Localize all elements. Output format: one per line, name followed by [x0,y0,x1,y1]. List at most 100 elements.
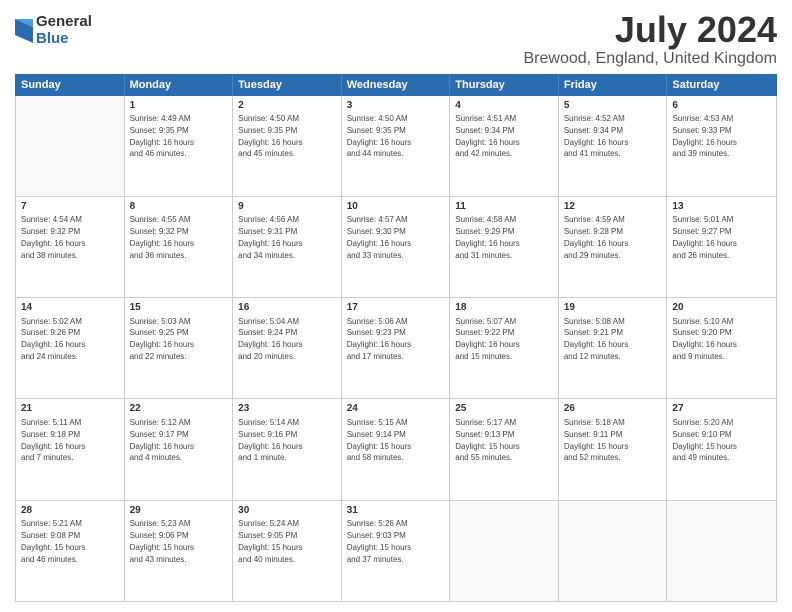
day-number: 16 [238,301,336,315]
day-cell-31: 31Sunrise: 5:26 AM Sunset: 9:03 PM Dayli… [342,501,451,601]
day-number: 23 [238,402,336,416]
cell-text: Sunrise: 4:54 AM Sunset: 9:32 PM Dayligh… [21,215,85,259]
cell-text: Sunrise: 5:02 AM Sunset: 9:26 PM Dayligh… [21,317,85,361]
day-cell-17: 17 Sunrise: 5:06 AM Sunset: 9:23 PM Dayli… [342,298,451,398]
day-cell-26: 26 Sunrise: 5:18 AM Sunset: 9:11 PM Dayli… [559,399,668,499]
day-cell-12: 12Sunrise: 4:59 AM Sunset: 9:28 PM Dayli… [559,197,668,297]
cell-text: Sunrise: 5:20 AM Sunset: 9:10 PM Dayligh… [672,418,736,462]
day-cell-20: 20 Sunrise: 5:10 AM Sunset: 9:20 PM Dayli… [667,298,776,398]
day-cell-14: 14 Sunrise: 5:02 AM Sunset: 9:26 PM Dayli… [16,298,125,398]
cell-text: Sunrise: 4:55 AM Sunset: 9:32 PM Dayligh… [130,215,194,259]
empty-cell [16,96,125,196]
cell-text: Sunrise: 4:58 AM Sunset: 9:29 PM Dayligh… [455,215,519,259]
day-cell-22: 22 Sunrise: 5:12 AM Sunset: 9:17 PM Dayli… [125,399,234,499]
empty-cell [559,501,668,601]
cell-text: Sunrise: 4:59 AM Sunset: 9:28 PM Dayligh… [564,215,628,259]
logo-general-label: General [36,14,92,31]
calendar: SundayMondayTuesdayWednesdayThursdayFrid… [15,74,777,602]
day-number: 11 [455,200,553,214]
calendar-row-3: 21 Sunrise: 5:11 AM Sunset: 9:18 PM Dayli… [16,399,776,500]
day-number: 6 [672,99,771,113]
page: General Blue July 2024 Brewood, England,… [0,0,792,612]
cell-text: Sunrise: 5:10 AM Sunset: 9:20 PM Dayligh… [672,317,736,361]
day-number: 4 [455,99,553,113]
day-cell-23: 23 Sunrise: 5:14 AM Sunset: 9:16 PM Dayli… [233,399,342,499]
day-number: 14 [21,301,119,315]
day-cell-27: 27 Sunrise: 5:20 AM Sunset: 9:10 PM Dayli… [667,399,776,499]
cell-text: Sunrise: 5:15 AM Sunset: 9:14 PM Dayligh… [347,418,411,462]
day-cell-29: 29Sunrise: 5:23 AM Sunset: 9:06 PM Dayli… [125,501,234,601]
day-cell-25: 25 Sunrise: 5:17 AM Sunset: 9:13 PM Dayli… [450,399,559,499]
day-number: 22 [130,402,228,416]
header-day-sunday: Sunday [16,75,125,95]
cell-text: Sunrise: 5:21 AM Sunset: 9:08 PM Dayligh… [21,519,85,563]
day-number: 20 [672,301,771,315]
calendar-row-2: 14 Sunrise: 5:02 AM Sunset: 9:26 PM Dayli… [16,298,776,399]
cell-text: Sunrise: 4:51 AM Sunset: 9:34 PM Dayligh… [455,114,519,158]
day-number: 29 [130,504,228,518]
calendar-row-4: 28Sunrise: 5:21 AM Sunset: 9:08 PM Dayli… [16,501,776,601]
header: General Blue July 2024 Brewood, England,… [15,10,777,68]
header-day-wednesday: Wednesday [342,75,451,95]
header-day-tuesday: Tuesday [233,75,342,95]
main-title: July 2024 [524,10,778,50]
subtitle: Brewood, England, United Kingdom [524,50,778,68]
calendar-row-1: 7Sunrise: 4:54 AM Sunset: 9:32 PM Daylig… [16,197,776,298]
day-cell-5: 5Sunrise: 4:52 AM Sunset: 9:34 PM Daylig… [559,96,668,196]
day-number: 28 [21,504,119,518]
header-day-thursday: Thursday [450,75,559,95]
cell-text: Sunrise: 4:50 AM Sunset: 9:35 PM Dayligh… [347,114,411,158]
cell-text: Sunrise: 4:53 AM Sunset: 9:33 PM Dayligh… [672,114,736,158]
logo-icon [15,19,33,43]
day-number: 10 [347,200,445,214]
day-cell-4: 4Sunrise: 4:51 AM Sunset: 9:34 PM Daylig… [450,96,559,196]
day-number: 13 [672,200,771,214]
day-number: 30 [238,504,336,518]
day-cell-15: 15 Sunrise: 5:03 AM Sunset: 9:25 PM Dayli… [125,298,234,398]
cell-text: Sunrise: 5:12 AM Sunset: 9:17 PM Dayligh… [130,418,194,462]
header-day-saturday: Saturday [667,75,776,95]
day-number: 7 [21,200,119,214]
day-number: 17 [347,301,445,315]
cell-text: Sunrise: 5:17 AM Sunset: 9:13 PM Dayligh… [455,418,519,462]
logo-text: General Blue [36,14,92,47]
day-cell-9: 9Sunrise: 4:56 AM Sunset: 9:31 PM Daylig… [233,197,342,297]
day-cell-16: 16Sunrise: 5:04 AM Sunset: 9:24 PM Dayli… [233,298,342,398]
cell-text: Sunrise: 5:11 AM Sunset: 9:18 PM Dayligh… [21,418,85,462]
cell-text: Sunrise: 4:49 AM Sunset: 9:35 PM Dayligh… [130,114,194,158]
calendar-body: 1Sunrise: 4:49 AM Sunset: 9:35 PM Daylig… [15,96,777,602]
day-cell-3: 3Sunrise: 4:50 AM Sunset: 9:35 PM Daylig… [342,96,451,196]
day-cell-6: 6Sunrise: 4:53 AM Sunset: 9:33 PM Daylig… [667,96,776,196]
day-number: 19 [564,301,662,315]
day-number: 24 [347,402,445,416]
cell-text: Sunrise: 4:52 AM Sunset: 9:34 PM Dayligh… [564,114,628,158]
cell-text: Sunrise: 4:56 AM Sunset: 9:31 PM Dayligh… [238,215,302,259]
day-number: 26 [564,402,662,416]
day-cell-7: 7Sunrise: 4:54 AM Sunset: 9:32 PM Daylig… [16,197,125,297]
cell-text: Sunrise: 4:57 AM Sunset: 9:30 PM Dayligh… [347,215,411,259]
day-number: 27 [672,402,771,416]
calendar-header: SundayMondayTuesdayWednesdayThursdayFrid… [15,74,777,96]
day-cell-10: 10Sunrise: 4:57 AM Sunset: 9:30 PM Dayli… [342,197,451,297]
header-day-friday: Friday [559,75,668,95]
day-number: 21 [21,402,119,416]
day-number: 25 [455,402,553,416]
cell-text: Sunrise: 5:14 AM Sunset: 9:16 PM Dayligh… [238,418,302,462]
cell-text: Sunrise: 5:18 AM Sunset: 9:11 PM Dayligh… [564,418,628,462]
cell-text: Sunrise: 5:06 AM Sunset: 9:23 PM Dayligh… [347,317,411,361]
day-cell-11: 11Sunrise: 4:58 AM Sunset: 9:29 PM Dayli… [450,197,559,297]
cell-text: Sunrise: 5:24 AM Sunset: 9:05 PM Dayligh… [238,519,302,563]
day-cell-8: 8Sunrise: 4:55 AM Sunset: 9:32 PM Daylig… [125,197,234,297]
day-cell-1: 1Sunrise: 4:49 AM Sunset: 9:35 PM Daylig… [125,96,234,196]
cell-text: Sunrise: 5:03 AM Sunset: 9:25 PM Dayligh… [130,317,194,361]
day-number: 3 [347,99,445,113]
day-cell-30: 30Sunrise: 5:24 AM Sunset: 9:05 PM Dayli… [233,501,342,601]
cell-text: Sunrise: 5:07 AM Sunset: 9:22 PM Dayligh… [455,317,519,361]
cell-text: Sunrise: 4:50 AM Sunset: 9:35 PM Dayligh… [238,114,302,158]
empty-cell [667,501,776,601]
day-cell-24: 24 Sunrise: 5:15 AM Sunset: 9:14 PM Dayli… [342,399,451,499]
day-cell-21: 21 Sunrise: 5:11 AM Sunset: 9:18 PM Dayli… [16,399,125,499]
day-number: 15 [130,301,228,315]
logo: General Blue [15,14,92,47]
day-cell-28: 28Sunrise: 5:21 AM Sunset: 9:08 PM Dayli… [16,501,125,601]
